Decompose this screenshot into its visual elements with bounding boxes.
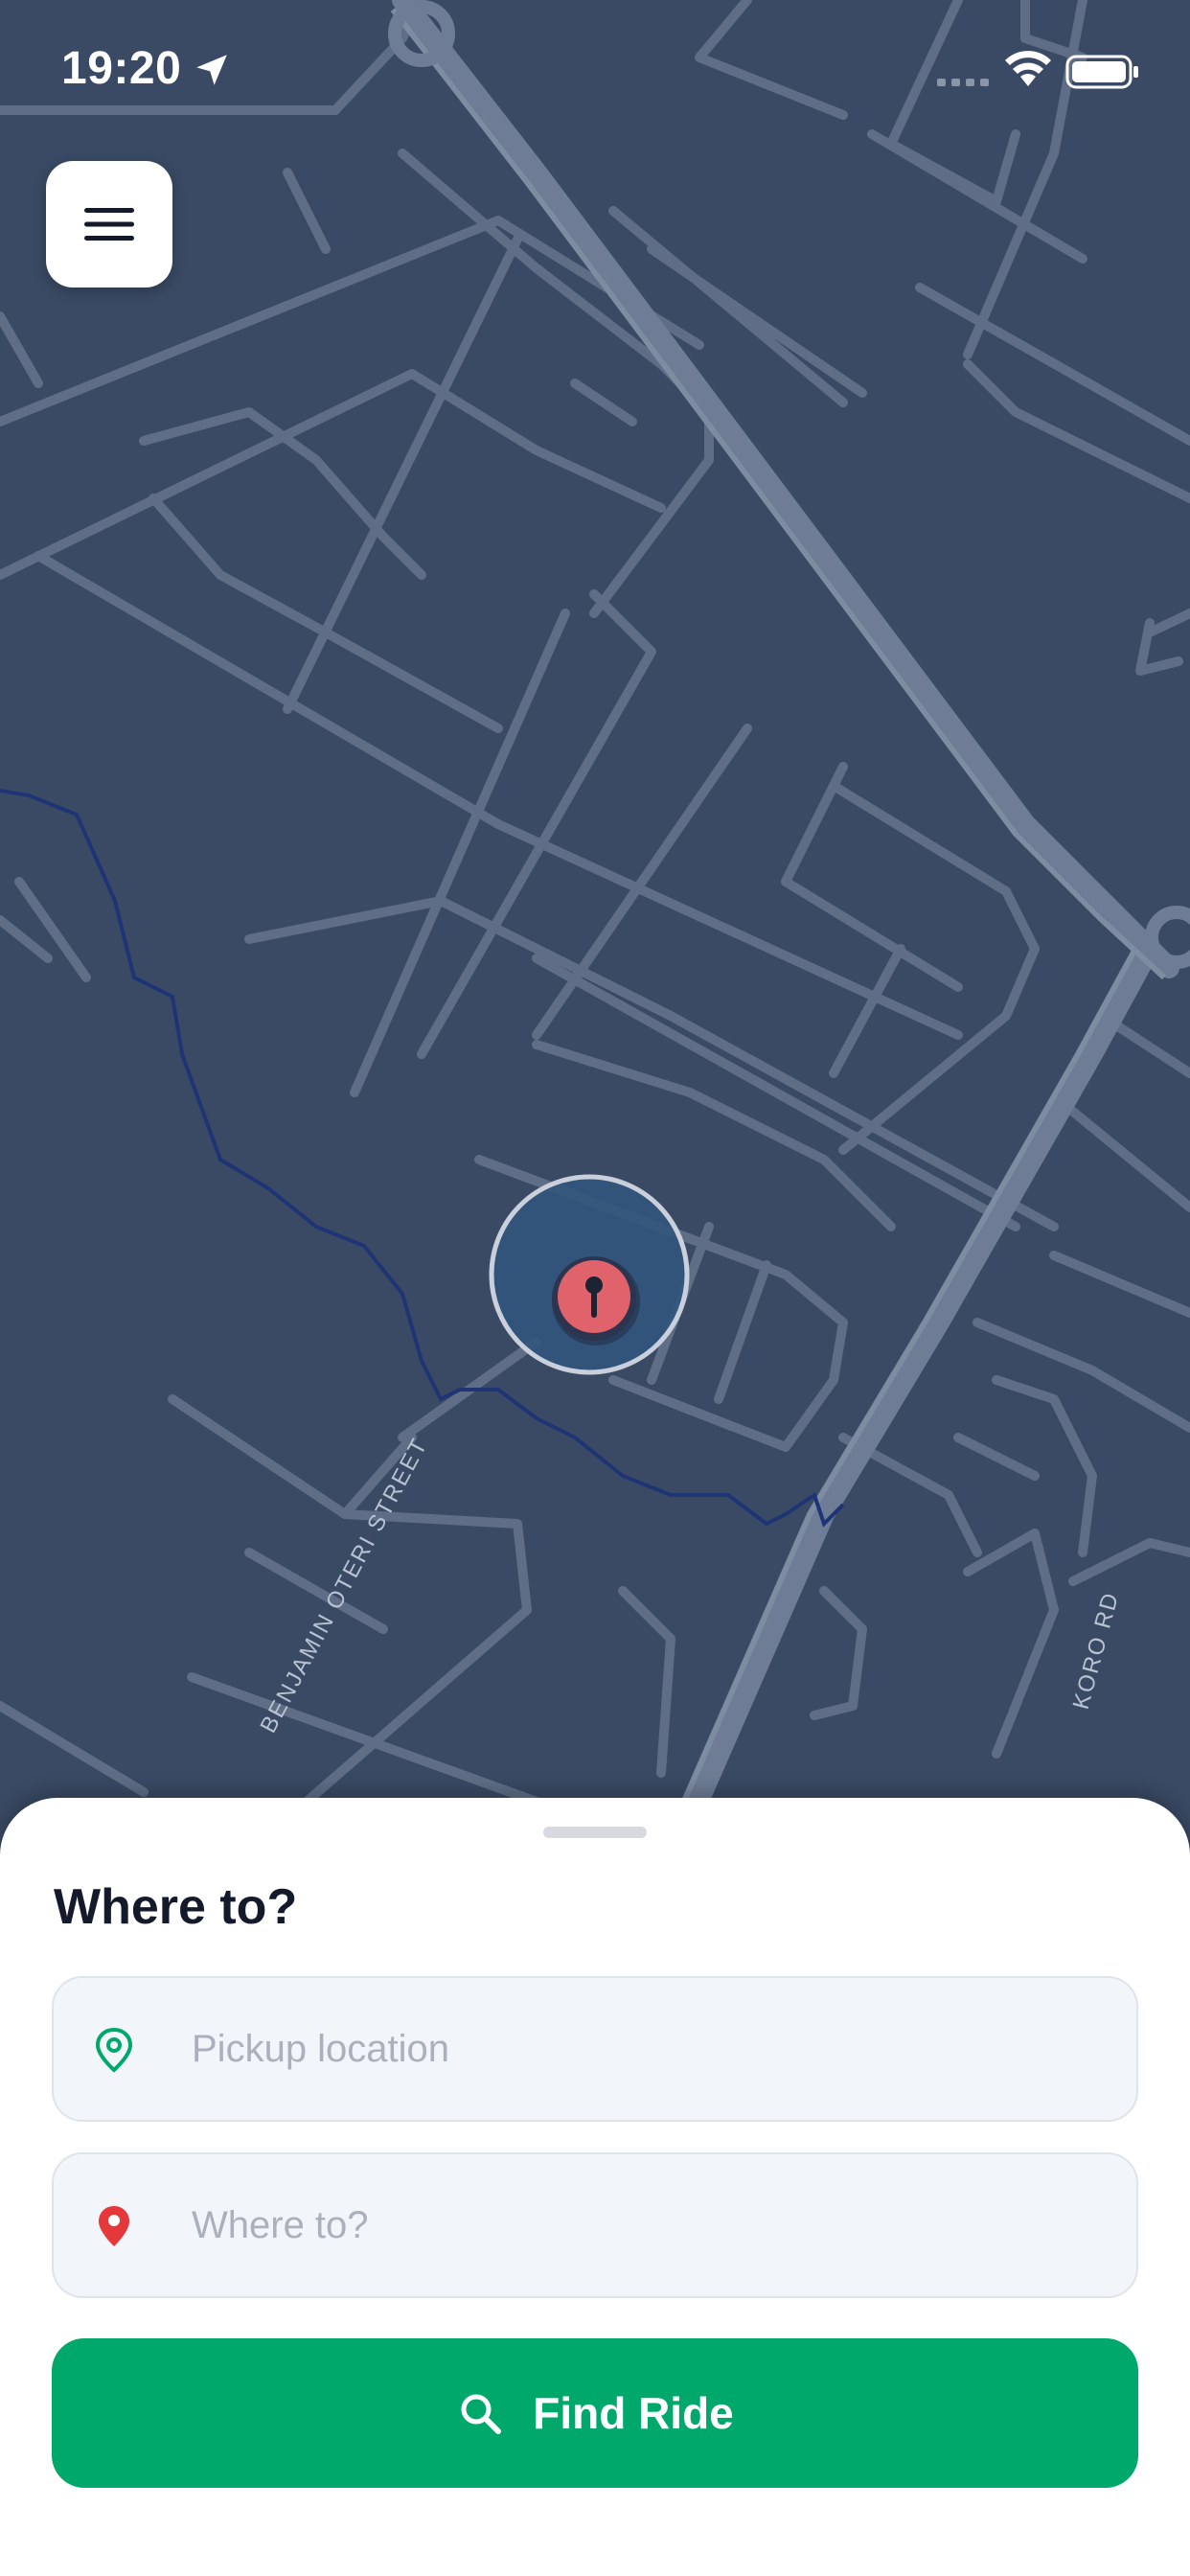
pickup-input[interactable] xyxy=(192,1978,1111,2120)
map-view[interactable]: BENJAMIN OTERI STREET KORO RD xyxy=(0,0,1190,1821)
battery-icon xyxy=(1065,55,1138,89)
destination-input[interactable] xyxy=(192,2154,1111,2296)
location-services-icon xyxy=(196,55,227,85)
current-location-marker[interactable] xyxy=(489,1174,690,1375)
search-icon xyxy=(461,2394,502,2434)
sheet-title: Where to? xyxy=(54,1879,298,1935)
app-screen: BENJAMIN OTERI STREET KORO RD 19:20 Wher… xyxy=(0,0,1190,2576)
wifi-icon xyxy=(1005,51,1051,86)
bottom-sheet: Where to? Find Ride xyxy=(0,1798,1190,2576)
status-time: 19:20 xyxy=(61,43,182,94)
find-ride-label: Find Ride xyxy=(533,2388,734,2438)
pickup-pin-icon xyxy=(95,2027,133,2073)
drag-handle[interactable] xyxy=(543,1827,647,1838)
pickup-field[interactable] xyxy=(52,1976,1138,2122)
destination-pin-icon xyxy=(99,2206,129,2246)
cellular-signal-icon xyxy=(937,79,989,86)
find-ride-button[interactable]: Find Ride xyxy=(52,2338,1138,2488)
destination-field[interactable] xyxy=(52,2152,1138,2298)
menu-button[interactable] xyxy=(46,161,172,288)
hamburger-menu-icon xyxy=(84,208,134,241)
map-canvas: BENJAMIN OTERI STREET KORO RD xyxy=(0,0,1190,1821)
status-bar: 19:20 xyxy=(0,0,1190,144)
